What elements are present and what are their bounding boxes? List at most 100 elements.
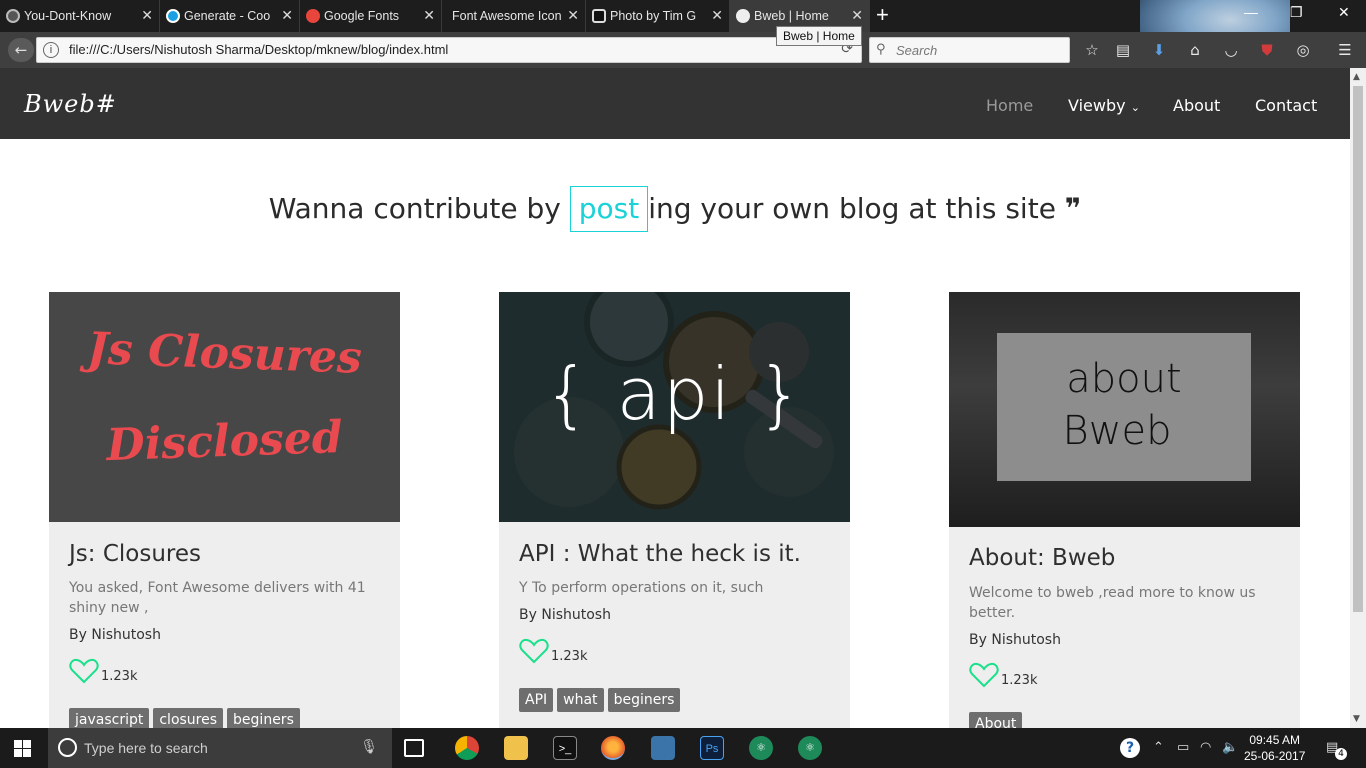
hero-text-after: ing your own blog at this site xyxy=(648,192,1065,225)
card-author: By Nishutosh xyxy=(969,632,1061,648)
nav-viewby[interactable]: Viewby ⌄ xyxy=(1068,96,1140,115)
volume-icon[interactable]: 🔈 xyxy=(1222,740,1238,755)
close-tab-icon[interactable]: ✕ xyxy=(711,7,723,24)
bookmark-star-icon[interactable]: ☆ xyxy=(1083,41,1101,59)
card-image-subtitle: Disclosed xyxy=(105,411,344,472)
card-image-title: about xyxy=(1066,356,1182,402)
blog-card-api[interactable]: { api } API : What the heck is it. Y To … xyxy=(499,292,850,752)
tab-font-awesome[interactable]: Font Awesome Icon ✕ xyxy=(442,0,586,32)
clock-date: 25-06-2017 xyxy=(1244,749,1306,763)
blog-card-closures[interactable]: Js Closures Disclosed Js: Closures You a… xyxy=(49,292,400,752)
firefox-icon[interactable] xyxy=(601,736,625,760)
windows-start-button[interactable] xyxy=(14,740,31,757)
heart-icon[interactable] xyxy=(519,638,549,664)
tab-label: Font Awesome Icon xyxy=(452,9,562,23)
search-bar[interactable]: ⚲ Search xyxy=(869,37,1070,63)
card-title[interactable]: About: Bweb xyxy=(969,545,1115,571)
chrome-icon[interactable] xyxy=(455,736,479,760)
new-tab-button[interactable]: + xyxy=(876,2,889,28)
site-favicon-icon xyxy=(166,9,180,23)
card-title[interactable]: API : What the heck is it. xyxy=(519,541,801,567)
tab-google-fonts[interactable]: Google Fonts ✕ xyxy=(300,0,442,32)
close-tab-icon[interactable]: ✕ xyxy=(851,7,863,24)
minimize-button[interactable]: — xyxy=(1244,4,1258,20)
page-scrollbar[interactable]: ▲ ▼ xyxy=(1350,68,1366,728)
atom-icon[interactable]: ⚛ xyxy=(798,736,822,760)
scroll-down-icon[interactable]: ▼ xyxy=(1353,714,1360,724)
nav-home[interactable]: Home xyxy=(986,96,1033,115)
photoshop-icon[interactable]: Ps xyxy=(700,736,724,760)
terminal-icon[interactable]: >_ xyxy=(553,736,577,760)
atom-icon[interactable]: ⚛ xyxy=(749,736,773,760)
likes-count: 1.23k xyxy=(551,649,588,664)
close-tab-icon[interactable]: ✕ xyxy=(281,7,293,24)
likes-count: 1.23k xyxy=(101,669,138,684)
close-window-button[interactable]: ✕ xyxy=(1338,4,1350,21)
download-icon[interactable]: ⬇ xyxy=(1150,41,1168,59)
nav-about[interactable]: About xyxy=(1173,96,1220,115)
tab-label: Bweb | Home xyxy=(754,9,829,23)
card-likes: 1.23k xyxy=(519,638,587,664)
camera-icon xyxy=(592,9,606,23)
pocket-icon[interactable]: ◡ xyxy=(1222,41,1240,59)
heart-icon[interactable] xyxy=(69,658,99,684)
chevron-up-icon[interactable]: ⌃ xyxy=(1153,740,1164,755)
taskbar-search[interactable]: Type here to search 🎙 xyxy=(48,728,392,768)
tab-generate[interactable]: Generate - Coo ✕ xyxy=(160,0,300,32)
blog-card-about[interactable]: about Bweb About: Bweb Welcome to bweb ,… xyxy=(949,292,1300,752)
home-icon[interactable]: ⌂ xyxy=(1186,41,1204,59)
back-button[interactable]: ← xyxy=(8,38,34,62)
reading-list-icon[interactable]: ▤ xyxy=(1114,41,1132,59)
tag[interactable]: beginers xyxy=(607,688,681,712)
quote-icon: ❞ xyxy=(1064,192,1082,225)
close-tab-icon[interactable]: ✕ xyxy=(423,7,435,24)
url-bar[interactable]: i file:///C:/Users/Nishutosh Sharma/Desk… xyxy=(36,37,862,63)
card-image[interactable]: { api } xyxy=(499,292,850,522)
site-logo[interactable]: Bweb# xyxy=(24,90,117,118)
help-icon[interactable]: ? xyxy=(1120,738,1140,758)
card-title[interactable]: Js: Closures xyxy=(69,541,201,567)
extension-icon[interactable]: ◎ xyxy=(1294,41,1312,59)
github-icon xyxy=(6,9,20,23)
card-author: By Nishutosh xyxy=(69,627,161,643)
card-image[interactable]: about Bweb xyxy=(949,292,1300,527)
task-view-icon[interactable] xyxy=(404,739,424,757)
close-tab-icon[interactable]: ✕ xyxy=(141,7,153,24)
tab-label: Photo by Tim G xyxy=(610,9,697,23)
nav-contact[interactable]: Contact xyxy=(1255,96,1317,115)
scrollbar-thumb[interactable] xyxy=(1353,86,1363,612)
ublock-icon[interactable]: ⛊ xyxy=(1258,41,1276,59)
info-icon[interactable]: i xyxy=(43,42,59,58)
clock-time: 09:45 AM xyxy=(1249,733,1301,747)
heart-icon[interactable] xyxy=(969,662,999,688)
url-text[interactable]: file:///C:/Users/Nishutosh Sharma/Deskto… xyxy=(69,42,448,57)
python-icon[interactable] xyxy=(651,736,675,760)
notification-count: 4 xyxy=(1335,748,1347,760)
taskbar-clock[interactable]: 09:45 AM 25-06-2017 xyxy=(1244,732,1305,764)
post-link[interactable]: post xyxy=(569,186,649,232)
close-tab-icon[interactable]: ✕ xyxy=(567,7,579,24)
tag[interactable]: what xyxy=(557,688,604,712)
hero-heading: Wanna contribute by post ing your own blo… xyxy=(0,186,1350,232)
site-header: Bweb# Home Viewby ⌄ About Contact xyxy=(0,68,1350,139)
microphone-icon[interactable]: 🎙 xyxy=(360,739,378,755)
card-author: By Nishutosh xyxy=(519,607,611,623)
battery-icon[interactable]: ▭ xyxy=(1177,740,1189,755)
wifi-icon[interactable]: ◠ xyxy=(1200,740,1211,755)
tab-photo[interactable]: Photo by Tim G ✕ xyxy=(586,0,730,32)
tab-you-dont-know[interactable]: You-Dont-Know ✕ xyxy=(0,0,160,32)
card-image-title: { api } xyxy=(543,352,806,436)
card-description: Y To perform operations on it, such xyxy=(519,580,764,596)
file-explorer-icon[interactable] xyxy=(504,736,528,760)
hamburger-menu-icon[interactable]: ☰ xyxy=(1336,41,1354,59)
browser-nav-bar: ← i file:///C:/Users/Nishutosh Sharma/De… xyxy=(0,32,1366,68)
browser-tab-bar: You-Dont-Know ✕ Generate - Coo ✕ Google … xyxy=(0,0,1366,66)
nav-viewby-label: Viewby xyxy=(1068,96,1126,115)
windows-taskbar: Type here to search 🎙 >_ Ps ⚛ ⚛ ? ⌃ ▭ ◠ … xyxy=(0,728,1366,768)
tab-label: Generate - Coo xyxy=(184,9,271,23)
card-image[interactable]: Js Closures Disclosed xyxy=(49,292,400,522)
scroll-up-icon[interactable]: ▲ xyxy=(1353,72,1360,82)
maximize-button[interactable]: ❐ xyxy=(1290,4,1303,21)
tag[interactable]: API xyxy=(519,688,554,712)
search-icon: ⚲ xyxy=(876,42,886,57)
